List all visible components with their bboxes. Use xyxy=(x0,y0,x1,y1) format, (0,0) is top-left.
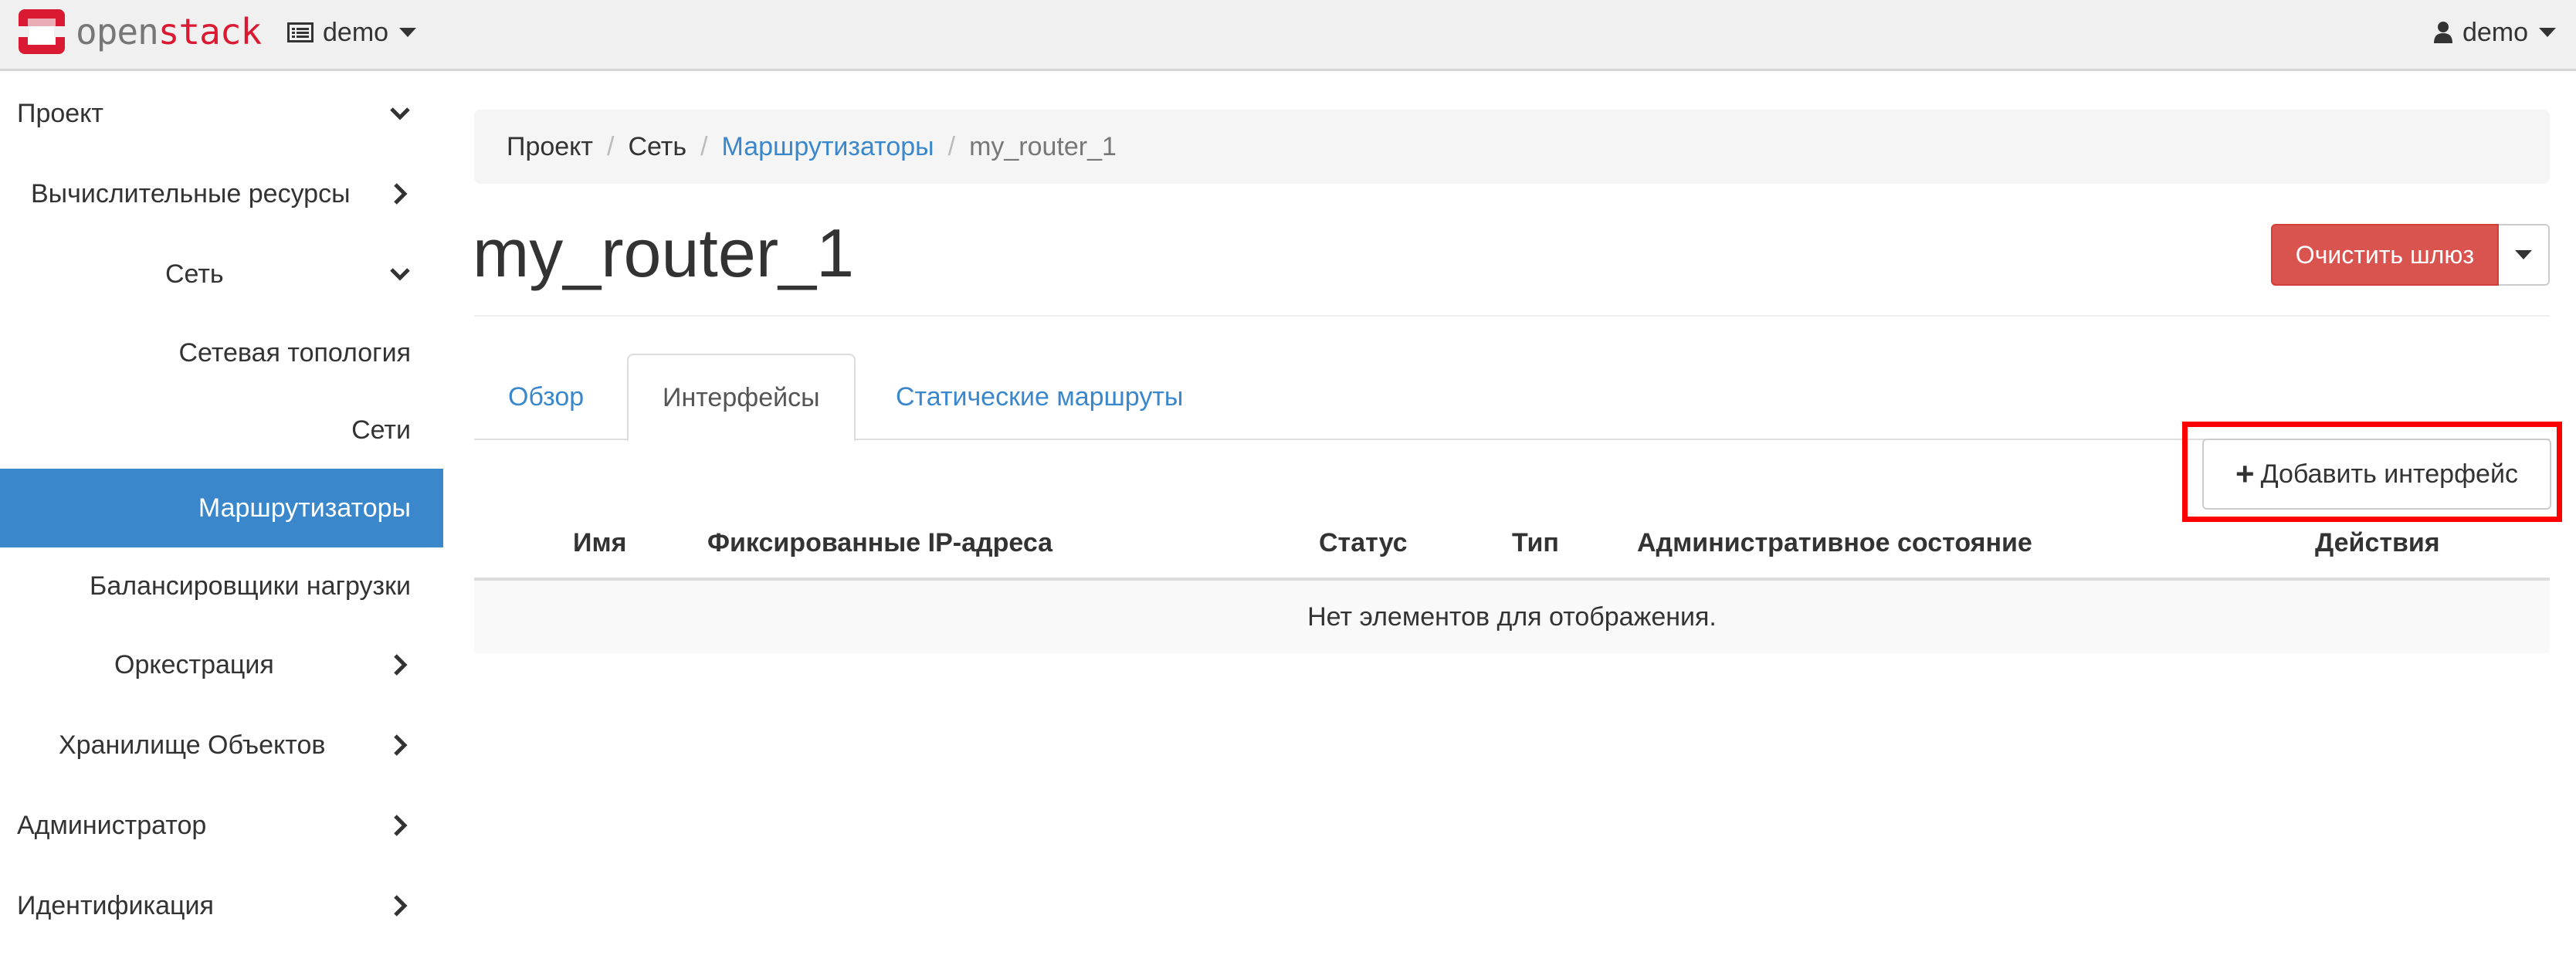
breadcrumb-item-project[interactable]: Проект xyxy=(507,132,593,162)
sidebar-item-orchestration[interactable]: Оркестрация xyxy=(0,625,443,705)
column-header-actions: Действия xyxy=(2315,528,2440,557)
caret-down-icon xyxy=(2515,250,2532,259)
table-empty-row: Нет элементов для отображения. xyxy=(474,581,2550,653)
sidebar-item-networks[interactable]: Сети xyxy=(0,391,443,469)
tab-overview[interactable]: Обзор xyxy=(474,354,618,440)
chevron-right-icon xyxy=(394,895,408,917)
project-switcher[interactable]: demo xyxy=(287,15,417,49)
sidebar-item-label: Сеть xyxy=(165,259,224,289)
sidebar-item-project[interactable]: Проект xyxy=(0,73,443,154)
sidebar-item-label: Хранилище Объектов xyxy=(59,730,326,760)
sidebar-item-load-balancers[interactable]: Балансировщики нагрузки xyxy=(0,547,443,625)
caret-down-icon xyxy=(2539,28,2556,37)
clear-gateway-button[interactable]: Очистить шлюз xyxy=(2270,224,2499,286)
column-header-type[interactable]: Тип xyxy=(1512,528,1559,558)
top-navbar: openstack demo demo xyxy=(0,0,2576,71)
chevron-right-icon xyxy=(394,734,408,756)
sidebar-item-label: Сетевая топология xyxy=(178,337,412,368)
sidebar-item-object-store[interactable]: Хранилище Объектов xyxy=(0,705,443,785)
sidebar-item-network-topology[interactable]: Сетевая топология xyxy=(0,314,443,391)
logo-wordmark: openstack xyxy=(76,11,262,53)
title-divider xyxy=(474,315,2550,317)
sidebar-item-compute[interactable]: Вычислительные ресурсы xyxy=(0,154,443,234)
breadcrumb: Проект / Сеть / Маршрутизаторы / my_rout… xyxy=(474,110,2550,184)
tab-static-routes[interactable]: Статические маршруты xyxy=(862,354,1217,440)
chevron-right-icon xyxy=(394,815,408,836)
project-icon xyxy=(287,22,314,42)
empty-message: Нет элементов для отображения. xyxy=(1307,601,1717,632)
plus-icon: + xyxy=(2235,456,2255,492)
page-title: my_router_1 xyxy=(473,215,855,291)
add-interface-label: Добавить интерфейс xyxy=(2260,459,2518,489)
chevron-down-icon xyxy=(390,268,410,281)
sidebar: Проект Вычислительные ресурсы Сеть Сетев… xyxy=(0,73,443,946)
breadcrumb-separator: / xyxy=(947,131,956,161)
project-switcher-label: demo xyxy=(323,17,389,47)
sidebar-item-label: Идентификация xyxy=(17,890,214,920)
user-icon xyxy=(2433,22,2452,43)
breadcrumb-item-routers[interactable]: Маршрутизаторы xyxy=(722,132,934,162)
sidebar-item-label: Сети xyxy=(351,415,411,445)
interfaces-table-header: Имя Фиксированные IP-адреса Статус Тип А… xyxy=(474,516,2550,581)
sidebar-item-label: Вычислительные ресурсы xyxy=(31,178,351,208)
column-header-fixed-ips[interactable]: Фиксированные IP-адреса xyxy=(707,528,1052,558)
chevron-right-icon xyxy=(394,183,408,205)
breadcrumb-separator: / xyxy=(607,131,615,161)
router-actions-dropdown-toggle[interactable] xyxy=(2499,224,2550,286)
openstack-logo-icon xyxy=(19,9,65,54)
sidebar-item-label: Проект xyxy=(17,98,103,128)
column-header-status[interactable]: Статус xyxy=(1319,528,1408,558)
user-menu-label: demo xyxy=(2462,17,2528,47)
tab-interfaces[interactable]: Интерфейсы xyxy=(627,354,856,442)
breadcrumb-item-current: my_router_1 xyxy=(969,131,1117,161)
sidebar-item-network[interactable]: Сеть xyxy=(0,234,443,314)
breadcrumb-item-network[interactable]: Сеть xyxy=(628,132,686,162)
add-interface-button[interactable]: + Добавить интерфейс xyxy=(2202,439,2551,510)
user-menu[interactable]: demo xyxy=(2433,15,2556,49)
breadcrumb-separator: / xyxy=(700,131,708,161)
sidebar-item-label: Маршрутизаторы xyxy=(198,493,411,523)
sidebar-item-identity[interactable]: Идентификация xyxy=(0,866,443,946)
sidebar-item-admin[interactable]: Администратор xyxy=(0,785,443,866)
sidebar-item-routers[interactable]: Маршрутизаторы xyxy=(0,469,443,547)
router-actions-button-group: Очистить шлюз xyxy=(2270,224,2550,286)
sidebar-item-label: Администратор xyxy=(17,810,207,840)
chevron-down-icon xyxy=(390,107,410,120)
column-header-name[interactable]: Имя xyxy=(573,528,626,558)
openstack-logo[interactable]: openstack xyxy=(15,6,262,57)
chevron-right-icon xyxy=(394,654,408,676)
caret-down-icon xyxy=(399,28,417,37)
column-header-admin-state[interactable]: Административное состояние xyxy=(1637,528,2032,558)
sidebar-item-label: Балансировщики нагрузки xyxy=(90,571,411,601)
sidebar-item-label: Оркестрация xyxy=(114,649,274,679)
